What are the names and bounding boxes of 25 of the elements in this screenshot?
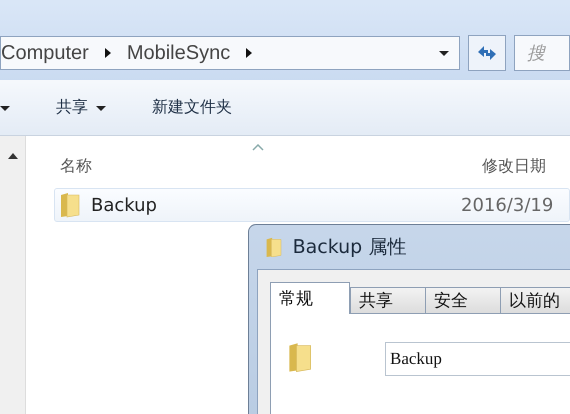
tab[interactable]: 安全 [425, 287, 501, 314]
file-row[interactable]: Backup 2016/3/19 [54, 188, 570, 222]
column-header[interactable]: 名称 [60, 156, 92, 176]
toolbar-button[interactable]: 新建文件夹 [152, 97, 232, 118]
address-bar[interactable]: Computer MobileSync [0, 36, 460, 70]
folder-icon [59, 192, 81, 218]
tab[interactable]: 以前的 [500, 287, 570, 314]
dialog-title: Backup 属性 [292, 235, 406, 260]
chevron-right-icon[interactable] [102, 47, 113, 59]
tab[interactable]: 常规 [270, 282, 350, 314]
column-header[interactable]: 修改日期 [482, 156, 546, 176]
sort-ascending-icon [252, 144, 264, 151]
modified-date: 2016/3/19 [461, 194, 554, 216]
search-field[interactable]: 搜 [514, 35, 570, 71]
breadcrumb[interactable]: MobileSync [126, 42, 230, 64]
scrollbar[interactable] [0, 136, 26, 414]
file-name: Backup [91, 194, 158, 216]
folder-icon [265, 236, 283, 258]
breadcrumb[interactable]: Computer [1, 42, 89, 64]
refresh-icon [476, 44, 498, 62]
chevron-right-icon[interactable] [244, 47, 254, 59]
name-field[interactable]: Backup [385, 342, 570, 376]
refresh-button[interactable] [468, 35, 506, 71]
toolbar-button[interactable]: 共享 [56, 97, 106, 118]
tab[interactable]: 共享 [350, 287, 426, 314]
